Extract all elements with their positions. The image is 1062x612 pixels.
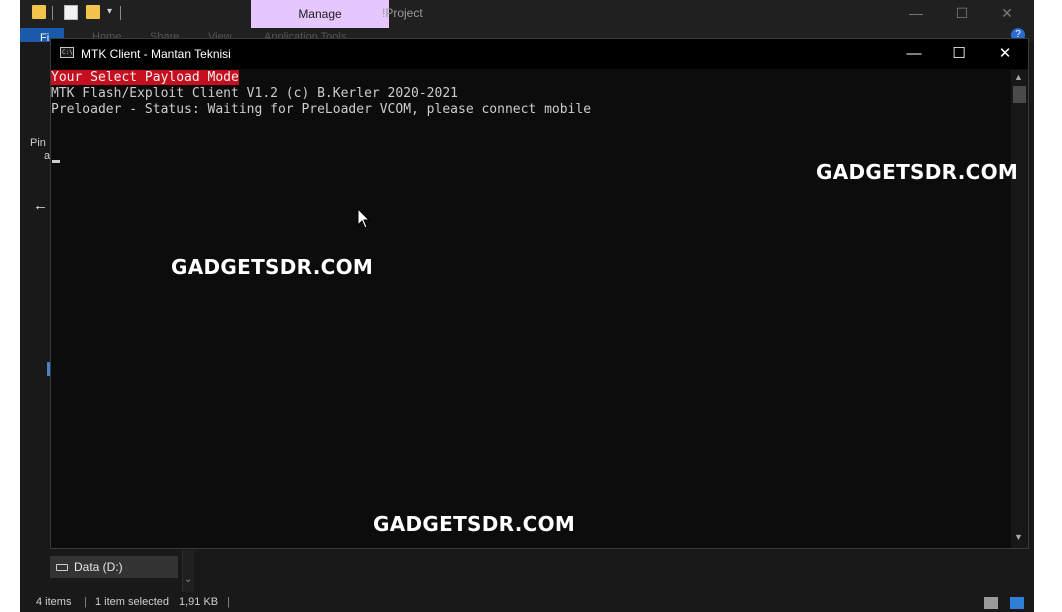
close-icon[interactable]: ✕: [997, 4, 1017, 22]
mouse-pointer-icon: [357, 208, 371, 229]
console-title: MTK Client - Mantan Teknisi: [81, 47, 231, 61]
console-line: Preloader - Status: Waiting for PreLoade…: [51, 102, 592, 117]
new-folder-icon[interactable]: [86, 5, 100, 19]
console-line: MTK Flash/Exploit Client V1.2 (c) B.Kerl…: [51, 86, 458, 101]
chevron-down-icon[interactable]: ⌄: [184, 574, 192, 585]
status-bar: 4 items | 1 item selected 1,91 KB |: [20, 592, 1034, 612]
tab-manage[interactable]: Manage: [251, 0, 389, 28]
scroll-up-icon[interactable]: ▲: [1014, 72, 1023, 82]
back-arrow-icon[interactable]: ←: [33, 197, 48, 214]
console-window[interactable]: C:\ MTK Client - Mantan Teknisi — ☐ ✕ Yo…: [50, 38, 1029, 549]
nav-scrollbar[interactable]: [182, 550, 194, 592]
customize-toolbar-icon[interactable]: ▾: [107, 5, 112, 21]
selection-size: 1,91 KB: [179, 596, 219, 608]
selection-count: 1 item selected: [95, 596, 169, 608]
separator: |: [227, 596, 230, 608]
folder-icon[interactable]: [32, 5, 46, 19]
scroll-down-icon[interactable]: ▼: [1014, 532, 1023, 542]
highlighted-text: Your Select Payload Mode: [51, 70, 239, 85]
watermark: GADGETSDR.COM: [816, 160, 1019, 184]
minimize-icon[interactable]: —: [906, 4, 926, 22]
maximize-icon[interactable]: ☐: [952, 4, 972, 22]
scroll-thumb[interactable]: [1013, 86, 1026, 103]
text-cursor: [52, 160, 60, 163]
console-scrollbar[interactable]: ▲ ▼: [1011, 70, 1028, 548]
console-output[interactable]: Your Select Payload Mode MTK Flash/Explo…: [51, 70, 1011, 548]
separator: [120, 6, 121, 20]
drive-icon: [56, 563, 68, 571]
console-titlebar: C:\ MTK Client - Mantan Teknisi — ☐ ✕: [51, 39, 1028, 69]
terminal-icon: C:\: [60, 47, 74, 58]
pin-label: Pin: [30, 137, 46, 149]
details-view-icon[interactable]: [984, 597, 998, 609]
console-line: Your Select Payload Mode: [51, 70, 239, 86]
large-icons-view-icon[interactable]: [1010, 597, 1024, 609]
close-icon[interactable]: ✕: [982, 39, 1028, 69]
maximize-icon[interactable]: ☐: [936, 39, 982, 69]
explorer-left-strip: Pin a ←: [20, 42, 52, 550]
separator: |: [84, 596, 87, 608]
watermark: GADGETSDR.COM: [171, 255, 374, 279]
properties-icon[interactable]: [64, 5, 78, 20]
item-count: 4 items: [36, 596, 72, 608]
minimize-icon[interactable]: —: [891, 39, 937, 69]
nav-item-data-drive[interactable]: Data (D:): [50, 556, 178, 578]
drive-label: Data (D:): [74, 560, 123, 574]
window-title: !Project: [382, 6, 423, 20]
watermark: GADGETSDR.COM: [373, 512, 576, 536]
separator: [52, 6, 53, 20]
explorer-titlebar: ▾ Manage !Project — ☐ ✕: [20, 0, 1034, 28]
